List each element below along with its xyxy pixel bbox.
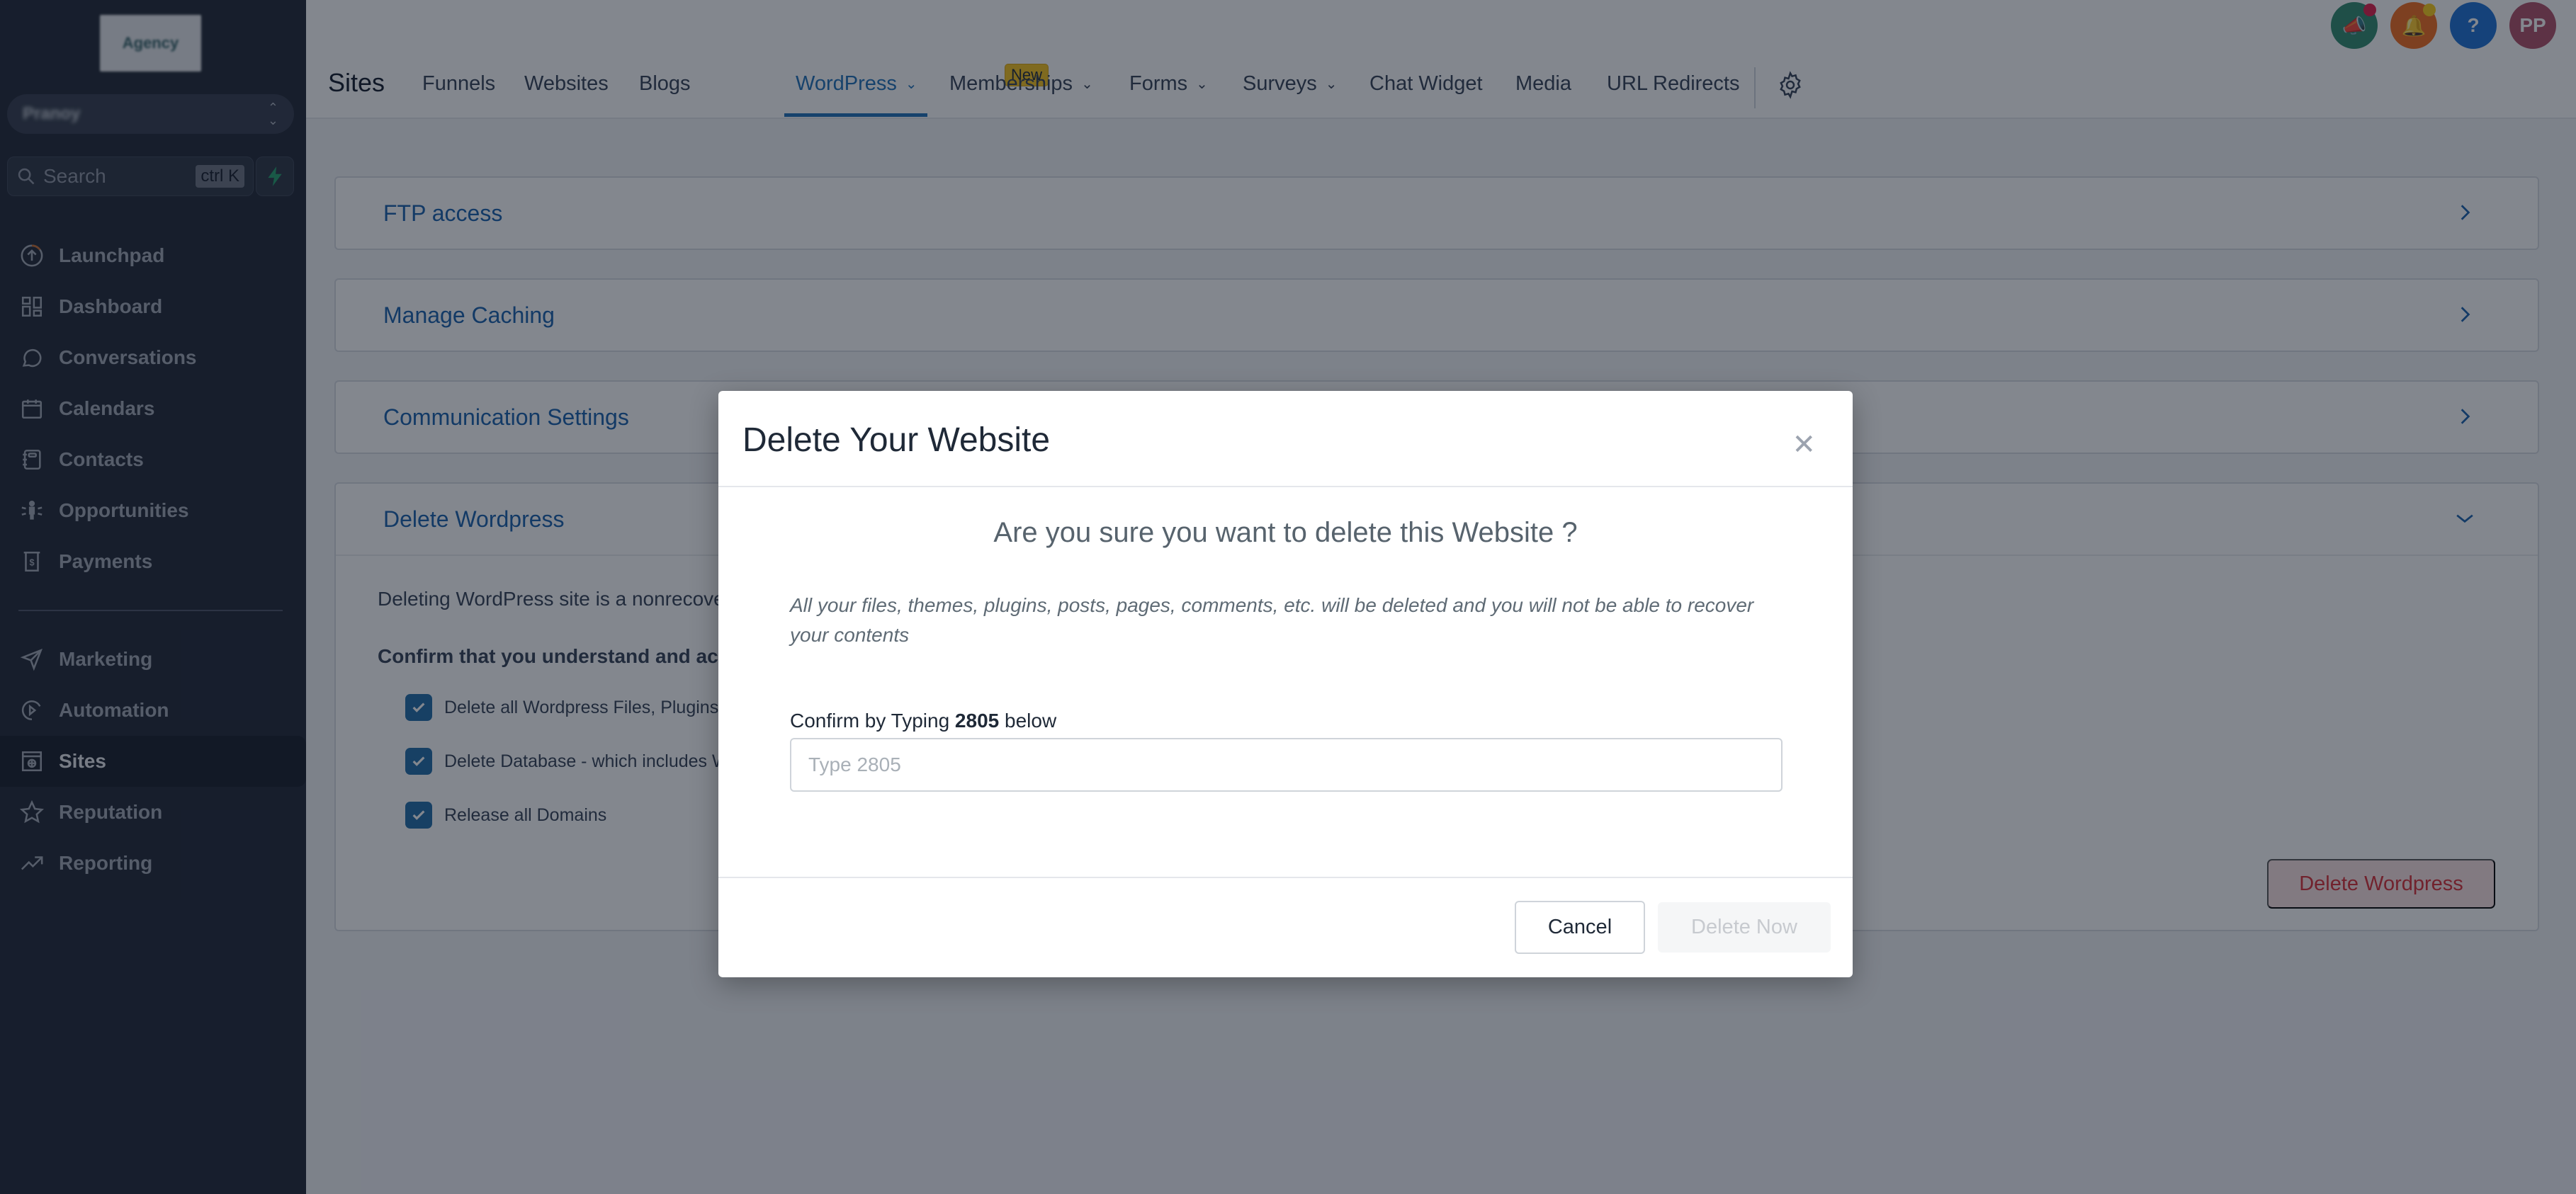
close-icon[interactable]: ✕ xyxy=(1792,431,1816,459)
delete-now-button[interactable]: Delete Now xyxy=(1658,902,1831,953)
confirm-label: Confirm by Typing 2805 below xyxy=(790,710,1057,732)
dialog-footer: Cancel Delete Now xyxy=(718,877,1853,977)
delete-website-dialog: Delete Your Website ✕ Are you sure you w… xyxy=(718,391,1853,977)
confirm-code: 2805 xyxy=(954,710,1000,732)
dialog-question: Are you sure you want to delete this Web… xyxy=(993,517,1578,548)
dialog-header: Delete Your Website ✕ xyxy=(718,391,1853,487)
confirm-code-input[interactable] xyxy=(790,738,1783,792)
cancel-button[interactable]: Cancel xyxy=(1515,901,1645,954)
dialog-warning: All your files, themes, plugins, posts, … xyxy=(790,594,1754,646)
dialog-title: Delete Your Website xyxy=(742,421,1051,459)
